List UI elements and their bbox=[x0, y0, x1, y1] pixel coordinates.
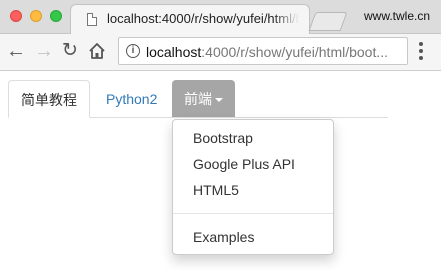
dropdown-menu: Bootstrap Google Plus API HTML5 Examples bbox=[172, 119, 334, 255]
tab-frontend-dropdown[interactable]: 前端 bbox=[172, 80, 235, 117]
url-text[interactable]: localhost:4000/r/show/yufei/html/boot... bbox=[146, 44, 404, 60]
browser-tab-strip: localhost:4000/r/show/yufei/html/bootstr… bbox=[0, 0, 441, 34]
menu-icon[interactable] bbox=[419, 42, 425, 62]
browser-toolbar: ← → ↻ i localhost:4000/r/show/yufei/html… bbox=[0, 34, 441, 71]
forward-arrow-icon[interactable]: → bbox=[34, 39, 54, 63]
dropdown-item-google-plus-api[interactable]: Google Plus API bbox=[173, 151, 333, 177]
minimize-window-button[interactable] bbox=[30, 10, 42, 22]
home-icon[interactable] bbox=[88, 42, 106, 60]
close-window-button[interactable] bbox=[10, 10, 22, 22]
tab-frontend-label: 前端 bbox=[184, 91, 212, 107]
dropdown-item-html5[interactable]: HTML5 bbox=[173, 177, 333, 203]
caret-down-icon bbox=[215, 98, 223, 103]
dropdown-item-examples[interactable]: Examples bbox=[173, 224, 333, 250]
info-icon[interactable]: i bbox=[126, 44, 140, 58]
site-label: www.twle.cn bbox=[364, 9, 431, 23]
nav-tabs: 简单教程 Python2 前端 bbox=[8, 80, 388, 118]
dropdown-divider bbox=[173, 213, 333, 214]
maximize-window-button[interactable] bbox=[50, 10, 62, 22]
page-icon bbox=[87, 13, 97, 26]
browser-tab-title: localhost:4000/r/show/yufei/html/bootstr… bbox=[107, 11, 299, 26]
new-tab-button[interactable] bbox=[308, 12, 348, 31]
tab-python2[interactable]: Python2 bbox=[94, 80, 169, 118]
browser-tab[interactable]: localhost:4000/r/show/yufei/html/bootstr… bbox=[70, 4, 310, 34]
tab-tutorial[interactable]: 简单教程 bbox=[8, 80, 90, 118]
url-path: :4000/r/show/yufei/html/boot... bbox=[201, 44, 389, 60]
dropdown-item-bootstrap[interactable]: Bootstrap bbox=[173, 125, 333, 151]
url-host: localhost bbox=[146, 44, 202, 60]
reload-icon[interactable]: ↻ bbox=[60, 39, 80, 63]
address-bar[interactable]: i localhost:4000/r/show/yufei/html/boot.… bbox=[118, 37, 408, 65]
back-arrow-icon[interactable]: ← bbox=[6, 39, 26, 63]
